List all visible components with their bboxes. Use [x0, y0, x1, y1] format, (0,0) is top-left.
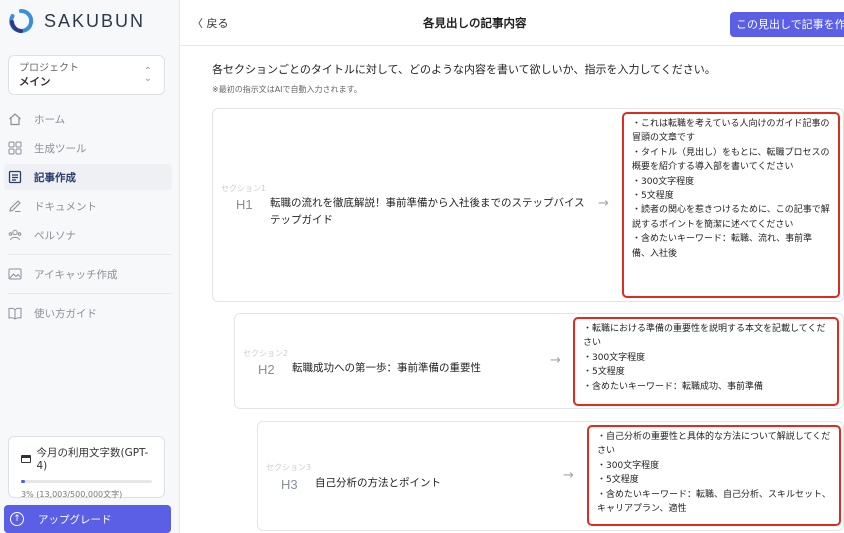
- instruction-text: 各セクションごとのタイトルに対して、どのような内容を書いて欲しいか、指示を入力し…: [212, 63, 716, 76]
- create-article-button[interactable]: この見出しで記事を作成: [730, 12, 844, 37]
- top-header: 〈 戻る 各見出しの記事内容 この見出しで記事を作成: [180, 0, 844, 46]
- section-card-1: セクション1 H1 転職の流れを徹底解説！事前準備から入社後までのステップバイス…: [212, 108, 844, 302]
- page-title: 各見出しの記事内容: [423, 16, 527, 30]
- divider: [8, 293, 172, 294]
- section-label: セクション1: [221, 184, 267, 193]
- sidebar-item-eyecatch[interactable]: アイキャッチ作成: [4, 261, 172, 287]
- heading-level: H2: [258, 362, 275, 377]
- section-label: セクション2: [243, 349, 289, 358]
- section-label: セクション3: [266, 463, 312, 472]
- sidebar-item-persona[interactable]: ペルソナ: [4, 222, 172, 248]
- section-title: 自己分析の方法とポイント: [315, 477, 441, 489]
- credit-card-icon: [21, 454, 32, 463]
- arrow-right-icon: →: [550, 353, 561, 368]
- sidebar-item-tools[interactable]: 生成ツール: [4, 135, 172, 161]
- section-title: 転職成功への第一歩：事前準備の重要性: [292, 362, 481, 374]
- sidebar-item-home[interactable]: ホーム: [4, 106, 172, 132]
- project-label: プロジェクト: [19, 63, 79, 74]
- app-name: SAKUBUN: [44, 10, 146, 31]
- sidebar-item-article[interactable]: 記事作成: [4, 164, 172, 190]
- sidebar-item-guide[interactable]: 使い方ガイド: [4, 300, 172, 326]
- arrow-right-icon: →: [563, 468, 574, 483]
- article-icon: [8, 170, 22, 184]
- image-icon: [8, 267, 22, 281]
- sidebar-item-label: ホーム: [34, 113, 66, 126]
- sidebar-item-document[interactable]: ドキュメント: [4, 193, 172, 219]
- sidebar-item-label: ドキュメント: [34, 200, 97, 213]
- sidebar-item-label: ペルソナ: [34, 229, 76, 242]
- project-value: メイン: [19, 76, 51, 88]
- sidebar-nav: ホーム 生成ツール 記事作成 ドキュメント ペルソナ アイキャッチ作成 使い方ガ…: [0, 106, 180, 329]
- upgrade-label: アップグレード: [38, 513, 112, 526]
- arrow-up-circle-icon: ↑: [10, 512, 24, 526]
- project-selector[interactable]: プロジェクト メイン ⌃ ⌄: [8, 55, 165, 95]
- usage-detail: 3% (13,003/500,000文字): [21, 490, 123, 499]
- section-title: 転職の流れを徹底解説！事前準備から入社後までのステップバイステップガイド: [270, 197, 585, 226]
- edit-icon: [8, 199, 22, 213]
- logo-icon: [8, 8, 34, 34]
- sidebar-item-label: 生成ツール: [34, 142, 87, 155]
- usage-progress-bar: [21, 480, 152, 483]
- section-card-3: セクション3 H3 自己分析の方法とポイント → ・自己分析の重要性と具体的な方…: [257, 421, 844, 531]
- prompt-textarea[interactable]: ・これは転職を考えている人向けのガイド記事の冒頭の文章です ・タイトル（見出し）…: [622, 112, 840, 298]
- people-icon: [8, 228, 22, 242]
- sidebar-item-label: 記事作成: [34, 171, 76, 184]
- section-card-2: セクション2 H2 転職成功への第一歩：事前準備の重要性 → ・転職における準備…: [234, 313, 844, 409]
- book-icon: [8, 306, 22, 320]
- usage-title: 今月の利用文字数(GPT-4): [36, 447, 149, 472]
- sidebar: SAKUBUN プロジェクト メイン ⌃ ⌄ ホーム 生成ツール 記事作成 ドキ…: [0, 0, 180, 533]
- sidebar-item-label: 使い方ガイド: [34, 307, 97, 320]
- grid-icon: [8, 141, 22, 155]
- heading-level: H3: [281, 477, 298, 492]
- prompt-textarea[interactable]: ・自己分析の重要性と具体的な方法について解説してください ・300文字程度 ・5…: [587, 425, 841, 526]
- auto-input-note: ※最初の指示文はAIで自動入力されます。: [212, 85, 362, 94]
- home-icon: [8, 112, 22, 126]
- upgrade-button[interactable]: ↑ アップグレード: [4, 505, 171, 533]
- arrow-right-icon: →: [598, 196, 609, 211]
- prompt-textarea[interactable]: ・転職における準備の重要性を説明する本文を記載してください ・300文字程度 ・…: [573, 317, 839, 406]
- heading-level: H1: [236, 197, 253, 212]
- divider: [8, 254, 172, 255]
- usage-card: 今月の利用文字数(GPT-4) 3% (13,003/500,000文字): [8, 436, 165, 499]
- app-logo[interactable]: SAKUBUN: [8, 8, 145, 34]
- sidebar-item-label: アイキャッチ作成: [34, 268, 118, 281]
- back-button[interactable]: 〈 戻る: [192, 15, 229, 31]
- usage-progress-fill: [21, 480, 25, 483]
- chevron-updown-icon: ⌃ ⌄: [143, 66, 152, 84]
